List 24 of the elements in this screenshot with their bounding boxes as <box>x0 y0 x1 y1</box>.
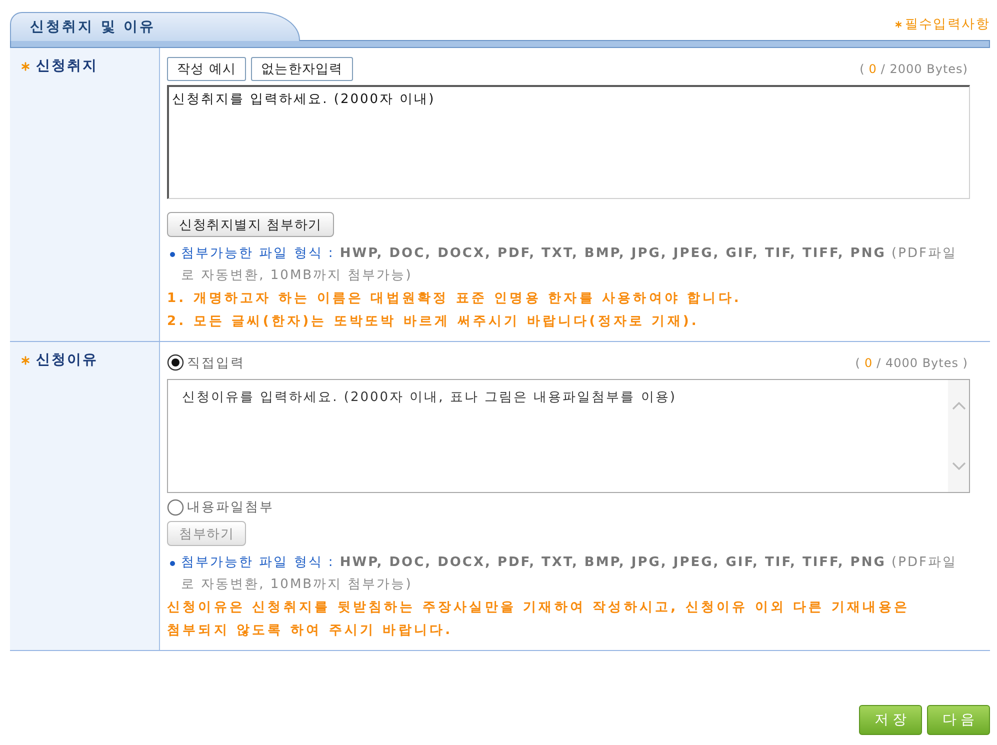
file-format-note: 첨부가능한 파일 형식 : HWP, DOC, DOCX, PDF, TXT, BMP, JPG, JPEG, GIF, TIF, TIFF, PNG (PDF파일로 자동변환, 10MB까지 첨부가능) <box>181 245 958 285</box>
radio-option[interactable]: 내용파일첨부 <box>167 498 274 516</box>
byte-counter: ( 0 / 4000 Bytes ) <box>855 356 968 370</box>
warning-text: 2. 모든 글씨(한자)는 또박또박 바르게 써주시기 바랍니다(정자로 기재). <box>167 313 700 331</box>
field-label: 신청이유 <box>36 351 98 369</box>
bullet-icon <box>170 561 175 566</box>
radio-option[interactable]: 직접입력 <box>167 354 245 372</box>
file-format-note: 첨부가능한 파일 형식 : HWP, DOC, DOCX, PDF, TXT, BMP, JPG, JPEG, GIF, TIF, TIFF, PNG (PDF파일로 자동변환, 10MB까지 첨부가능) <box>181 554 958 594</box>
asterisk-icon <box>894 20 902 28</box>
bullet-icon <box>170 252 175 257</box>
toolbar-button[interactable]: 없는한자입력 <box>251 56 353 80</box>
field-label: 신청취지 <box>36 57 98 75</box>
chevron-down-icon[interactable] <box>952 462 966 470</box>
chevron-up-icon[interactable] <box>952 402 966 410</box>
section-header: 신청취지 및 이유 <box>10 12 300 41</box>
scrollbar[interactable] <box>948 380 969 492</box>
warning-text: 신청이유은 신청취지를 뒷받침하는 주장사실만을 기재하여 작성하시고, 신청이유 이외 다른 기재내용은 첨부되지 않도록 하여 주시기 바랍니다. <box>167 599 910 640</box>
text-area[interactable]: 신청취지를 입력하세요. (2000자 이내) <box>167 85 970 199</box>
required-note: 필수입력사항 <box>904 16 990 33</box>
byte-counter: ( 0 / 2000 Bytes) <box>860 62 968 76</box>
attach-button[interactable]: 신청취지별지 첨부하기 <box>167 212 334 237</box>
toolbar-button[interactable]: 작성 예시 <box>167 56 246 80</box>
warning-text: 1. 개명하고자 하는 이름은 대법원확정 표준 인명용 한자를 사용하여야 합니다. <box>167 290 742 308</box>
text-area[interactable]: 신청이유를 입력하세요. (2000자 이내, 표나 그림은 내용파일첨부를 이용) <box>167 379 970 493</box>
